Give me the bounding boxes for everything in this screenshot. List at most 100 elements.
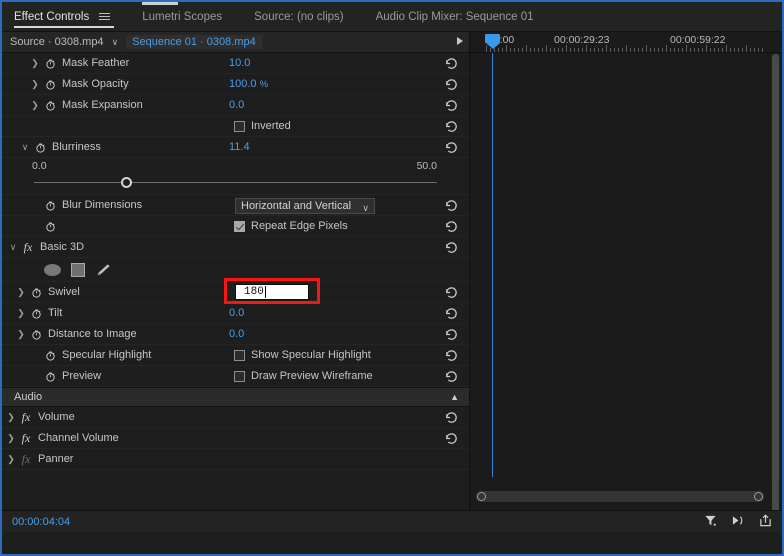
param-value[interactable]: 0.0: [229, 99, 244, 111]
reset-icon[interactable]: [444, 348, 459, 363]
param-row-mask-feather[interactable]: ❯ Mask Feather 10.0: [2, 53, 469, 74]
swivel-value-input[interactable]: 180: [235, 284, 309, 300]
chevron-down-icon[interactable]: ∨: [112, 37, 119, 48]
effect-row-channel-volume[interactable]: ❯ fx Channel Volume: [2, 428, 469, 449]
export-icon[interactable]: [759, 514, 772, 527]
param-value[interactable]: 100.0 %: [229, 78, 268, 90]
reset-icon[interactable]: [444, 98, 459, 113]
param-row-mask-opacity[interactable]: ❯ Mask Opacity 100.0 %: [2, 74, 469, 95]
vertical-scrollbar[interactable]: [771, 54, 780, 480]
chevron-right-icon[interactable]: ❯: [14, 308, 28, 319]
param-row-mask-expansion[interactable]: ❯ Mask Expansion 0.0: [2, 95, 469, 116]
reset-icon[interactable]: [444, 219, 459, 234]
chevron-right-icon[interactable]: ❯: [14, 287, 28, 298]
collapse-triangle-icon[interactable]: ▲: [450, 392, 459, 402]
breadcrumb-source[interactable]: Source · 0308.mp4: [10, 36, 104, 48]
chevron-right-icon[interactable]: ❯: [28, 100, 42, 111]
stopwatch-icon[interactable]: [32, 142, 48, 153]
param-row-inverted[interactable]: Inverted: [2, 116, 469, 137]
chevron-right-icon[interactable]: ❯: [14, 329, 28, 340]
add-keyframe-icon[interactable]: [731, 514, 745, 527]
param-row-blur-dimensions[interactable]: Blur Dimensions Horizontal and Vertical …: [2, 195, 469, 216]
reset-icon[interactable]: [444, 240, 459, 255]
chevron-down-icon[interactable]: ∨: [6, 242, 20, 253]
ellipse-tool-icon[interactable]: [44, 264, 61, 276]
stopwatch-icon[interactable]: [28, 308, 44, 319]
reset-icon[interactable]: [444, 198, 459, 213]
param-value[interactable]: 11.4: [229, 141, 250, 153]
stopwatch-icon[interactable]: [42, 200, 58, 211]
stopwatch-icon[interactable]: [42, 350, 58, 361]
slider-knob[interactable]: [121, 177, 132, 188]
rectangle-tool-icon[interactable]: [71, 263, 85, 277]
checkbox-repeat-edge-pixels[interactable]: [234, 221, 245, 232]
tab-lumetri-scopes[interactable]: Lumetri Scopes: [142, 2, 236, 32]
effect-header-basic-3d[interactable]: ∨ fx Basic 3D: [2, 237, 469, 258]
stopwatch-icon[interactable]: [42, 100, 58, 111]
reset-icon[interactable]: [444, 140, 459, 155]
chevron-right-icon[interactable]: ❯: [28, 79, 42, 90]
chevron-down-icon: ∨: [362, 203, 369, 214]
chevron-right-icon[interactable]: ❯: [28, 58, 42, 69]
reset-icon[interactable]: [444, 327, 459, 342]
reset-icon[interactable]: [444, 285, 459, 300]
filter-icon[interactable]: [704, 514, 717, 527]
param-row-distance-to-image[interactable]: ❯ Distance to Image 0.0: [2, 324, 469, 345]
stopwatch-icon[interactable]: [28, 329, 44, 340]
reset-icon[interactable]: [444, 119, 459, 134]
keyframe-track-area[interactable]: [470, 53, 782, 510]
tab-audio-clip-mixer[interactable]: Audio Clip Mixer: Sequence 01: [376, 2, 548, 32]
group-header-audio[interactable]: Audio ▲: [2, 387, 469, 407]
param-row-specular-highlight[interactable]: Specular Highlight Show Specular Highlig…: [2, 345, 469, 366]
param-row-swivel[interactable]: ❯ Swivel 180: [2, 282, 469, 303]
fx-icon: fx: [18, 452, 34, 467]
chevron-right-icon[interactable]: ❯: [4, 433, 18, 444]
param-row-blurriness[interactable]: ∨ Blurriness 11.4: [2, 137, 469, 158]
reset-icon[interactable]: [444, 431, 459, 446]
tab-source[interactable]: Source: (no clips): [254, 2, 357, 32]
reset-icon[interactable]: [444, 56, 459, 71]
param-row-preview[interactable]: Preview Draw Preview Wireframe: [2, 366, 469, 387]
param-value[interactable]: 0.0: [229, 307, 244, 319]
inverted-checkbox-group[interactable]: Inverted: [234, 120, 291, 132]
specular-highlight-group[interactable]: Show Specular Highlight: [234, 349, 371, 361]
param-row-repeat-edge-pixels[interactable]: Repeat Edge Pixels: [2, 216, 469, 237]
stopwatch-icon[interactable]: [28, 287, 44, 298]
panel-menu-icon[interactable]: [99, 13, 110, 20]
chevron-right-icon[interactable]: ❯: [4, 454, 18, 465]
playhead-marker[interactable]: [485, 34, 500, 48]
effect-row-panner[interactable]: ❯ fx Panner: [2, 449, 469, 470]
blurriness-slider[interactable]: 0.0 50.0: [2, 158, 469, 195]
param-row-tilt[interactable]: ❯ Tilt 0.0: [2, 303, 469, 324]
vertical-scrollbar-thumb[interactable]: [772, 54, 779, 510]
slider-track[interactable]: [34, 182, 437, 183]
preview-wireframe-group[interactable]: Draw Preview Wireframe: [234, 370, 373, 382]
param-value[interactable]: 0.0: [229, 328, 244, 340]
blur-dimensions-dropdown[interactable]: Horizontal and Vertical ∨: [235, 198, 375, 214]
zoom-handle-left[interactable]: [477, 492, 486, 501]
repeat-edge-pixels-group[interactable]: Repeat Edge Pixels: [234, 220, 348, 232]
checkbox-inverted[interactable]: [234, 121, 245, 132]
timeline-zoom-scrollbar[interactable]: [476, 491, 764, 502]
breadcrumb-sequence[interactable]: Sequence 01 · 0308.mp4: [126, 35, 262, 49]
chevron-right-icon[interactable]: ❯: [4, 412, 18, 423]
time-ruler[interactable]: 00:00 00:00:29:23 00:00:59:22: [470, 32, 782, 53]
checkbox-draw-preview-wireframe[interactable]: [234, 371, 245, 382]
param-value[interactable]: 10.0: [229, 57, 250, 69]
checkbox-show-specular-highlight[interactable]: [234, 350, 245, 361]
pen-tool-icon[interactable]: [95, 263, 111, 277]
stopwatch-icon[interactable]: [42, 371, 58, 382]
tab-effect-controls[interactable]: Effect Controls: [14, 2, 124, 32]
current-timecode[interactable]: 00:00:04:04: [12, 516, 70, 528]
reset-icon[interactable]: [444, 306, 459, 321]
reset-icon[interactable]: [444, 77, 459, 92]
stopwatch-icon[interactable]: [42, 221, 58, 232]
stopwatch-icon[interactable]: [42, 58, 58, 69]
play-arrow-icon[interactable]: [457, 37, 463, 45]
reset-icon[interactable]: [444, 369, 459, 384]
stopwatch-icon[interactable]: [42, 79, 58, 90]
zoom-handle-right[interactable]: [754, 492, 763, 501]
effect-row-volume[interactable]: ❯ fx Volume: [2, 407, 469, 428]
chevron-down-icon[interactable]: ∨: [18, 142, 32, 153]
reset-icon[interactable]: [444, 410, 459, 425]
